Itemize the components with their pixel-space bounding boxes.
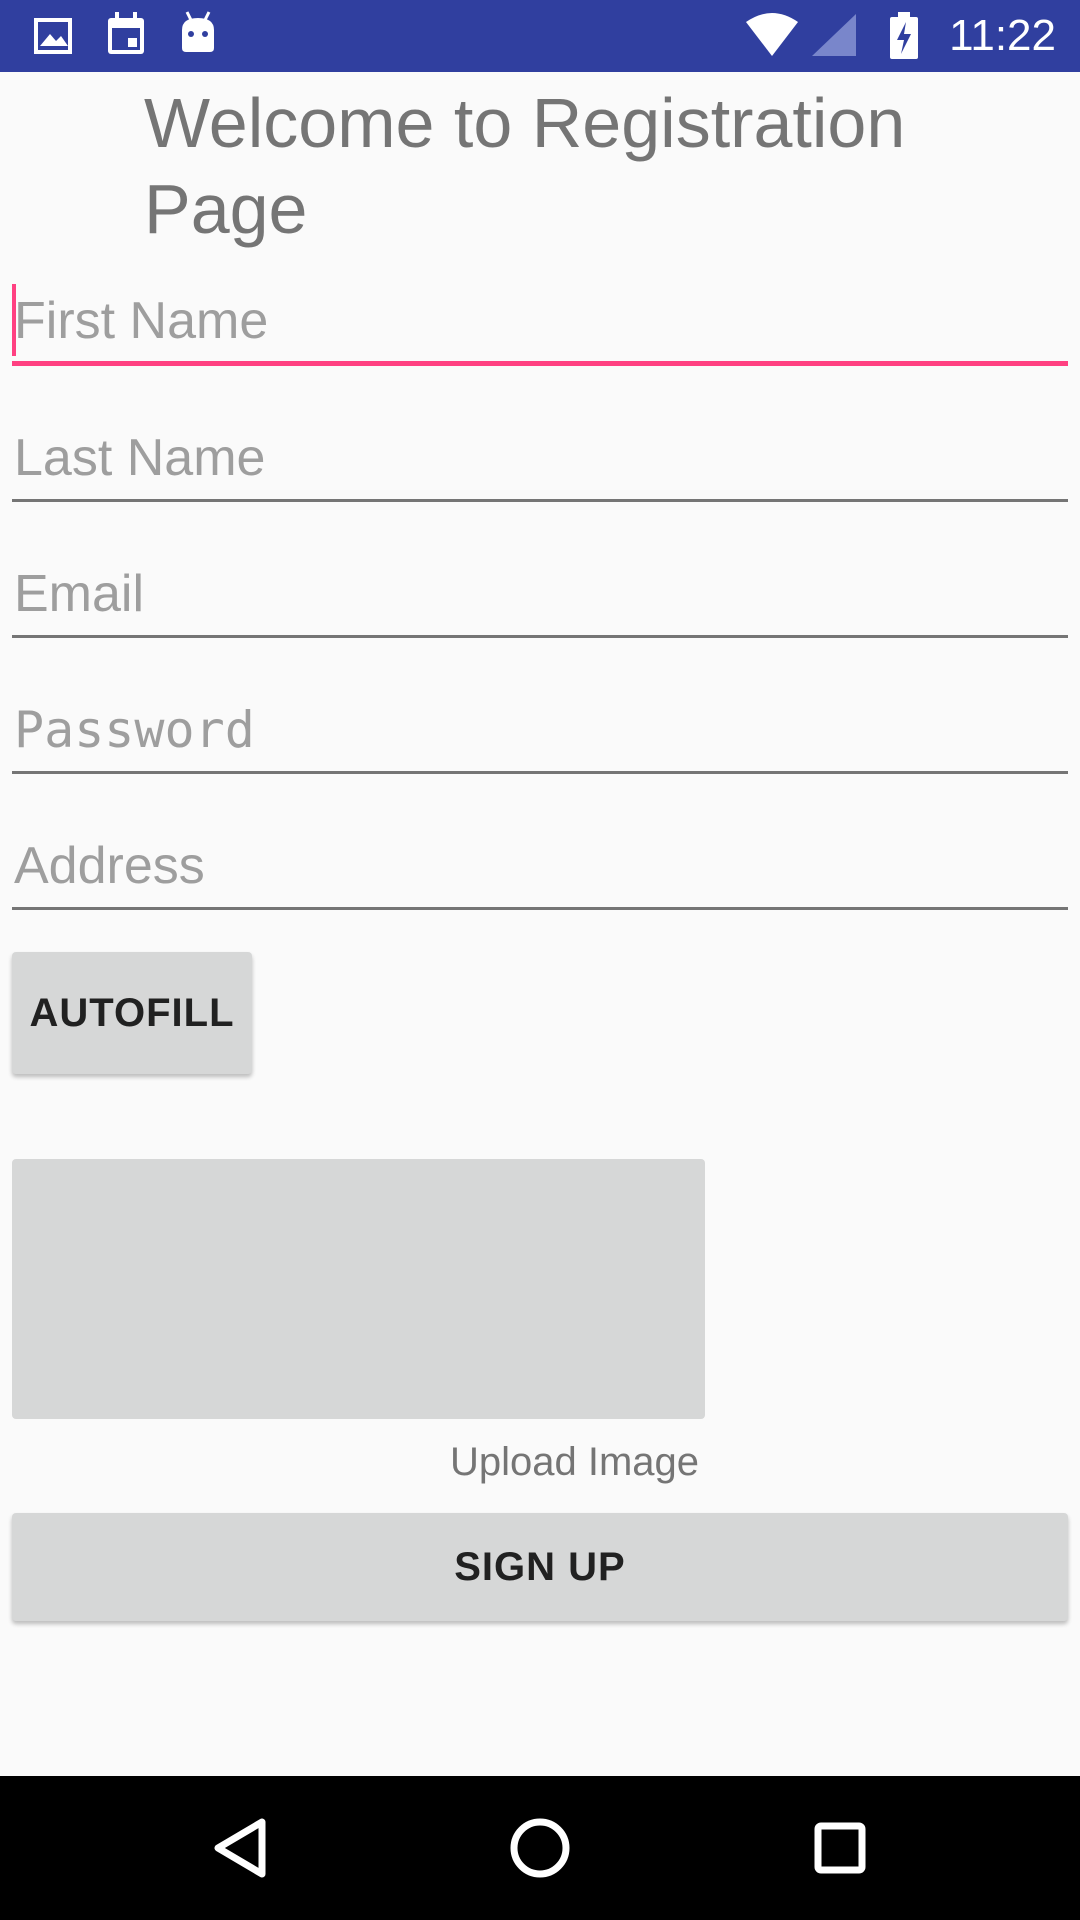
cell-signal-icon: [810, 0, 858, 72]
calendar-icon: [106, 0, 146, 72]
image-icon: [34, 0, 74, 72]
recents-icon[interactable]: [768, 1776, 912, 1920]
password-input[interactable]: [12, 690, 1068, 774]
email-input[interactable]: [12, 554, 1068, 638]
battery-charging-icon: [888, 0, 920, 72]
text-cursor: [12, 284, 16, 356]
navigation-bar: [0, 1776, 1080, 1920]
upload-image-label[interactable]: Upload Image: [450, 1440, 699, 1485]
screen: 11:22 Welcome to Registration Page AUTOF…: [0, 0, 1080, 1920]
status-time: 11:22: [949, 11, 1056, 60]
image-preview[interactable]: [12, 1159, 705, 1419]
home-icon[interactable]: [468, 1776, 612, 1920]
wifi-icon: [744, 0, 800, 72]
first-name-input[interactable]: [12, 282, 1068, 366]
last-name-input[interactable]: [12, 418, 1068, 502]
back-icon[interactable]: [168, 1776, 312, 1920]
sign-up-button[interactable]: SIGN UP: [12, 1513, 1068, 1621]
page-title: Welcome to Registration Page: [144, 84, 906, 248]
address-input[interactable]: [12, 826, 1068, 910]
autofill-button[interactable]: AUTOFILL: [12, 952, 252, 1074]
android-icon: [178, 0, 218, 72]
status-bar: 11:22: [0, 0, 1080, 72]
